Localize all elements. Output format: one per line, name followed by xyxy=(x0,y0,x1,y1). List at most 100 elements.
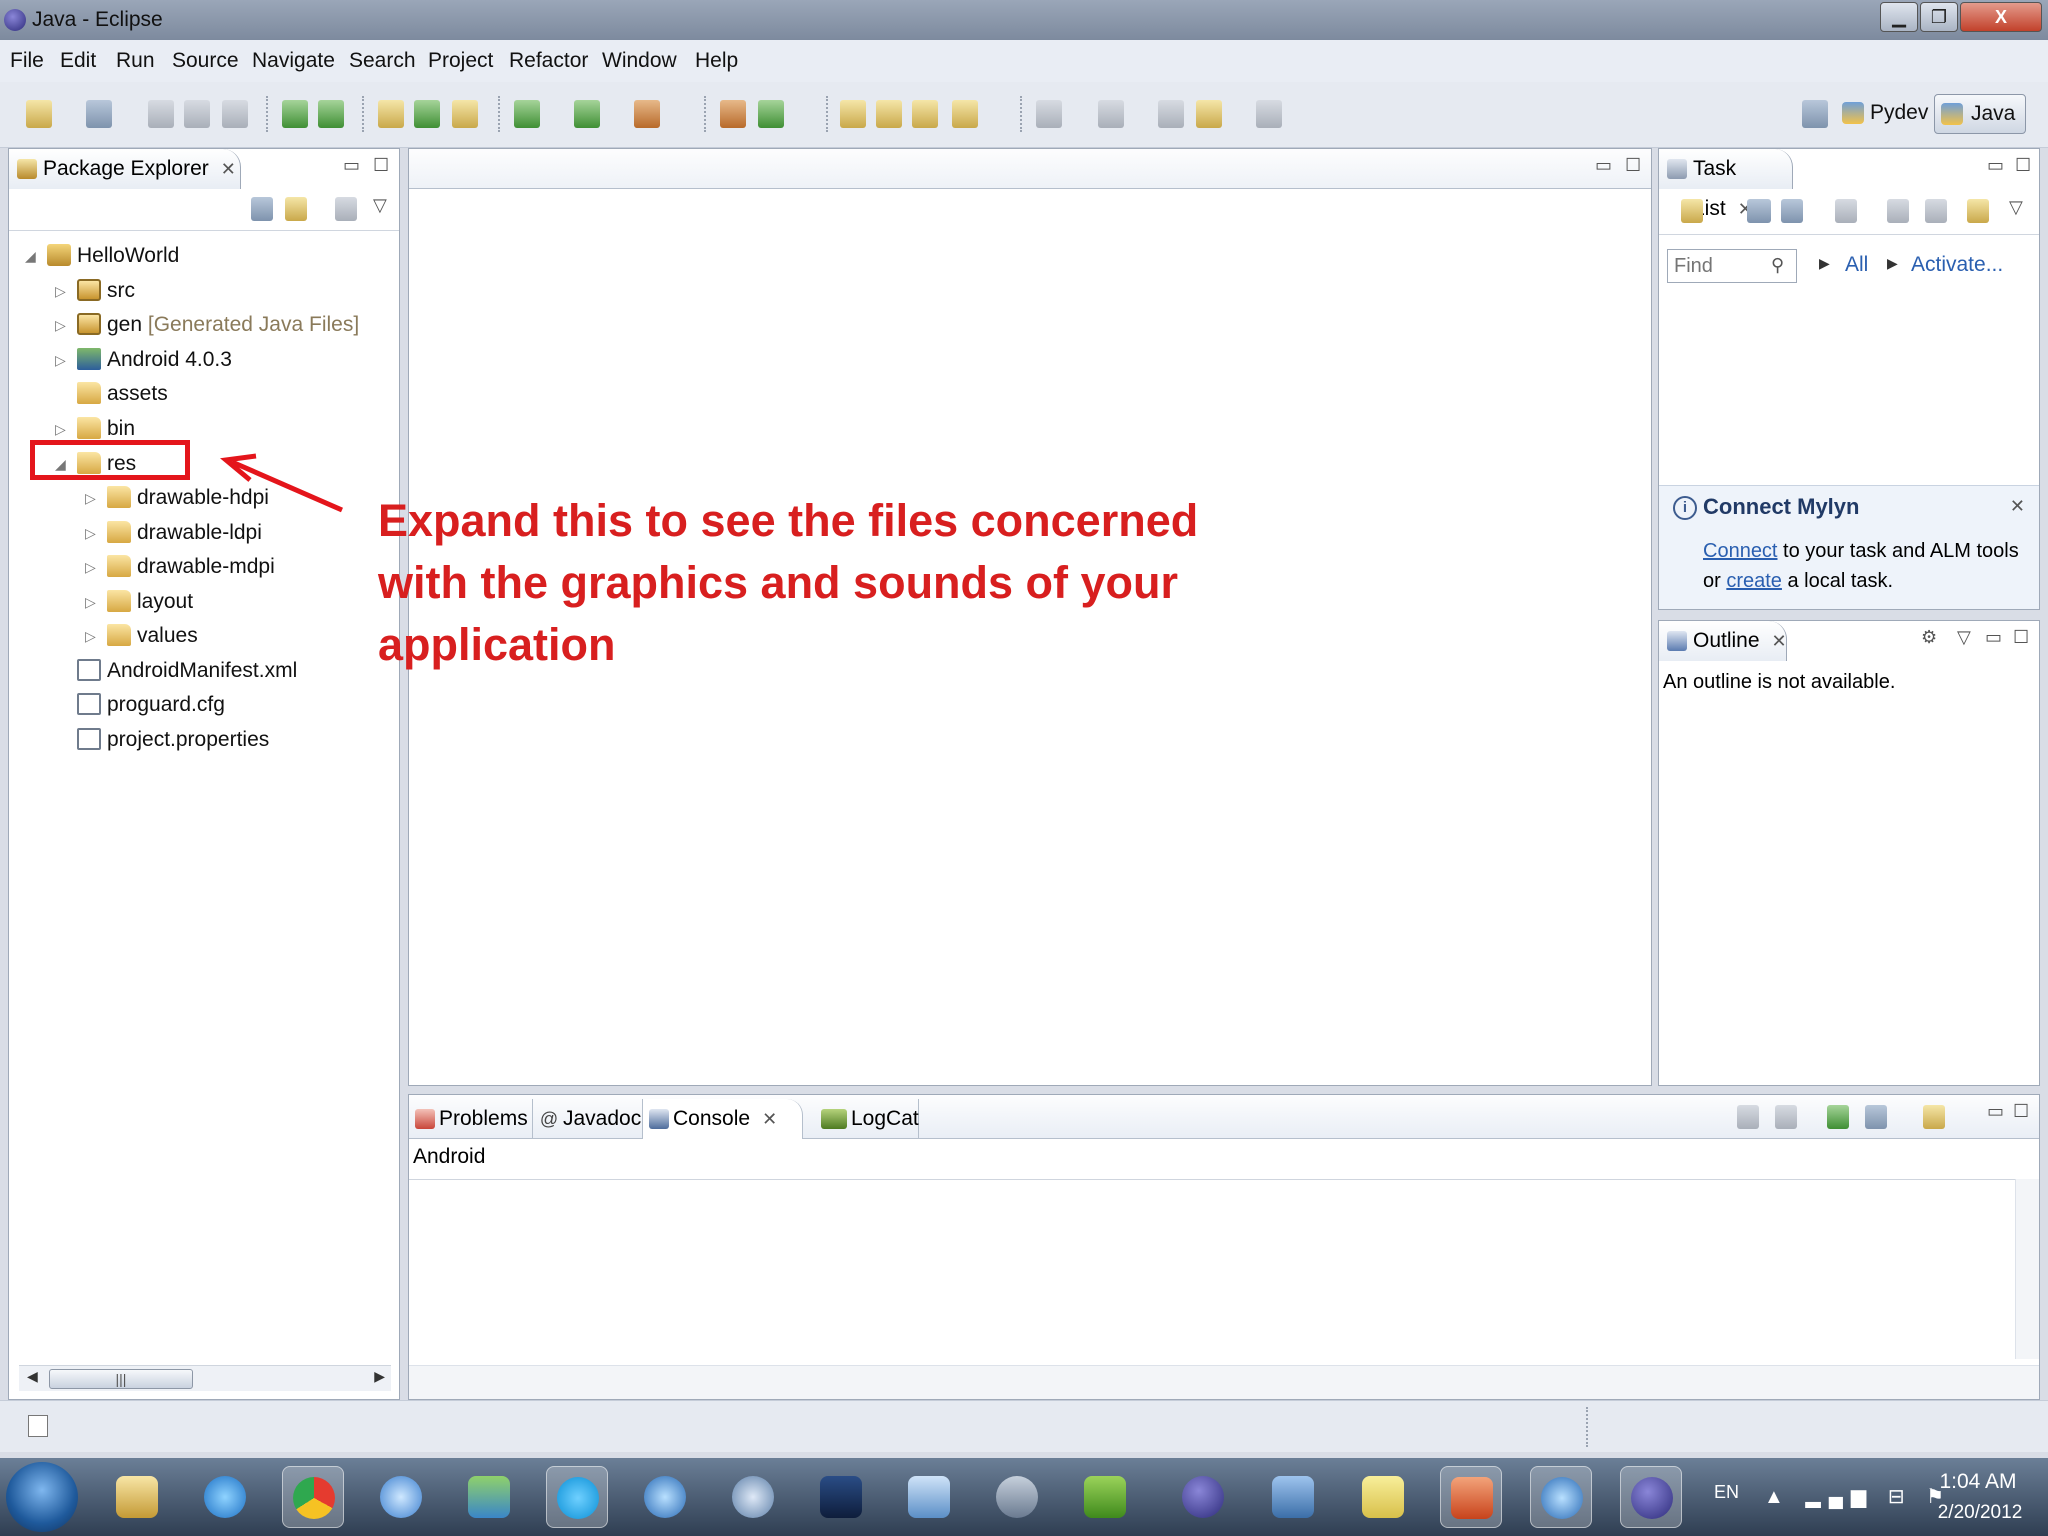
focus-on-workweek-icon[interactable] xyxy=(1835,199,1857,223)
open-task-icon[interactable] xyxy=(876,100,902,128)
link-with-editor-icon[interactable] xyxy=(285,197,307,221)
search-icon[interactable]: ⚲ xyxy=(1771,255,1784,276)
tab-javadoc[interactable]: @ Javadoc xyxy=(533,1099,643,1139)
new-android-project-icon[interactable] xyxy=(378,100,404,128)
menu-help[interactable]: Help xyxy=(695,49,738,73)
close-icon[interactable]: ✕ xyxy=(2010,496,2025,517)
display-console-icon[interactable] xyxy=(1865,1105,1887,1129)
chrome-icon[interactable] xyxy=(282,1466,344,1528)
qt-icon[interactable] xyxy=(1074,1466,1136,1528)
expand-icon[interactable]: ▷ xyxy=(85,518,99,548)
expand-icon[interactable]: ▷ xyxy=(85,483,99,513)
scroll-lock-icon[interactable] xyxy=(1775,1105,1797,1129)
new-junit-test-icon[interactable] xyxy=(414,100,440,128)
collapse-all-icon[interactable] xyxy=(251,197,273,221)
maximize-view-icon[interactable]: ☐ xyxy=(2015,155,2031,176)
android-avd-manager-icon[interactable] xyxy=(318,100,344,128)
menu-edit[interactable]: Edit xyxy=(60,49,96,73)
tab-task-list[interactable]: Task List ✕ xyxy=(1659,149,1793,220)
scheduled-icon[interactable] xyxy=(1781,199,1803,223)
open-console-icon[interactable] xyxy=(1923,1105,1945,1129)
itunes-icon[interactable] xyxy=(634,1466,696,1528)
menu-source[interactable]: Source xyxy=(172,49,239,73)
categorized-icon[interactable] xyxy=(1747,199,1771,223)
expand-icon[interactable]: ▷ xyxy=(85,621,99,651)
image-viewer-icon[interactable] xyxy=(898,1466,960,1528)
minimize-view-icon[interactable]: ▭ xyxy=(1987,1101,2004,1122)
new-icon[interactable] xyxy=(26,100,52,128)
castle-icon[interactable] xyxy=(1262,1466,1324,1528)
expand-icon[interactable]: ▷ xyxy=(55,276,69,306)
language-indicator[interactable]: EN xyxy=(1714,1482,1739,1503)
menu-refactor[interactable]: Refactor xyxy=(509,49,588,73)
pin-console-icon[interactable] xyxy=(1827,1105,1849,1129)
clock-time[interactable]: 1:04 AM xyxy=(1928,1470,2028,1494)
new-java-class-icon[interactable] xyxy=(758,100,784,128)
eclipse-icon[interactable] xyxy=(1620,1466,1682,1528)
focus-icon[interactable]: ⚙ xyxy=(1921,627,1937,648)
skype-icon[interactable] xyxy=(546,1466,608,1528)
perspective-pydev[interactable]: Pydev xyxy=(1836,94,1928,134)
pen-icon[interactable] xyxy=(952,100,978,128)
tab-outline[interactable]: Outline ✕ xyxy=(1659,621,1787,661)
itunes-icon[interactable] xyxy=(1530,1466,1592,1528)
internet-explorer-icon[interactable] xyxy=(194,1466,256,1528)
horizontal-scrollbar[interactable] xyxy=(409,1365,2039,1399)
scrollbar-thumb[interactable]: ||| xyxy=(49,1369,193,1389)
clock-date[interactable]: 2/20/2012 xyxy=(1920,1502,2040,1524)
close-view-icon[interactable]: ✕ xyxy=(762,1109,777,1129)
close-view-icon[interactable]: ✕ xyxy=(1772,631,1787,651)
console-output[interactable] xyxy=(409,1179,2039,1359)
maximize-view-icon[interactable]: ☐ xyxy=(373,155,389,176)
minimize-button[interactable]: ▁ xyxy=(1880,2,1918,32)
sticky-notes-icon[interactable] xyxy=(1352,1466,1414,1528)
vertical-scrollbar[interactable] xyxy=(2015,1179,2039,1359)
maximize-view-icon[interactable]: ☐ xyxy=(1625,155,1641,176)
start-button[interactable] xyxy=(6,1462,78,1532)
expand-icon[interactable]: ▷ xyxy=(55,345,69,375)
close-button[interactable]: X xyxy=(1960,2,2042,32)
minimize-view-icon[interactable]: ▭ xyxy=(343,155,360,176)
back-icon[interactable] xyxy=(1196,100,1222,128)
scroll-left-icon[interactable]: ◀ xyxy=(27,1368,38,1385)
last-edit-location-icon[interactable] xyxy=(1158,100,1184,128)
quicktime-icon[interactable] xyxy=(722,1466,784,1528)
photoshop-icon[interactable] xyxy=(810,1466,872,1528)
synchronize-icon[interactable] xyxy=(1967,199,1989,223)
run-icon[interactable] xyxy=(574,100,600,128)
expand-icon[interactable]: ▷ xyxy=(85,552,99,582)
forward-icon[interactable] xyxy=(1256,100,1282,128)
menu-file[interactable]: File xyxy=(10,49,44,73)
external-tools-icon[interactable] xyxy=(634,100,660,128)
clear-console-icon[interactable] xyxy=(1737,1105,1759,1129)
activate-link[interactable]: Activate... xyxy=(1911,253,2003,277)
view-menu-icon[interactable]: ▽ xyxy=(1957,627,1971,648)
save-icon[interactable] xyxy=(148,100,174,128)
maximize-view-icon[interactable]: ☐ xyxy=(2013,627,2029,648)
minimize-view-icon[interactable]: ▭ xyxy=(1595,155,1612,176)
maximize-button[interactable]: ❐ xyxy=(1920,2,1958,32)
horizontal-scrollbar[interactable]: ◀ ||| ▶ xyxy=(19,1365,391,1391)
collapse-all-icon[interactable] xyxy=(1925,199,1947,223)
expand-icon[interactable]: ▷ xyxy=(55,310,69,340)
search-folder-icon[interactable] xyxy=(912,100,938,128)
menu-search[interactable]: Search xyxy=(349,49,416,73)
minimize-view-icon[interactable]: ▭ xyxy=(1985,627,2002,648)
open-perspective-icon[interactable] xyxy=(1802,100,1828,128)
menu-run[interactable]: Run xyxy=(116,49,155,73)
expand-icon[interactable]: ▷ xyxy=(85,587,99,617)
all-link[interactable]: All xyxy=(1845,253,1868,277)
previous-annotation-icon[interactable] xyxy=(1098,100,1124,128)
connect-link[interactable]: Connect xyxy=(1703,540,1778,562)
debug-icon[interactable] xyxy=(514,100,540,128)
collapse-icon[interactable]: ◢ xyxy=(25,241,39,271)
view-menu-icon[interactable]: ▽ xyxy=(373,195,387,216)
perspective-java[interactable]: Java xyxy=(1934,94,2027,134)
create-link[interactable]: create xyxy=(1726,570,1782,592)
view-menu-icon[interactable]: ▽ xyxy=(2009,197,2023,218)
android-sdk-manager-icon[interactable] xyxy=(282,100,308,128)
open-type-icon[interactable] xyxy=(840,100,866,128)
eclipse-icon[interactable] xyxy=(1172,1466,1234,1528)
save-all-icon[interactable] xyxy=(184,100,210,128)
menu-window[interactable]: Window xyxy=(602,49,677,73)
